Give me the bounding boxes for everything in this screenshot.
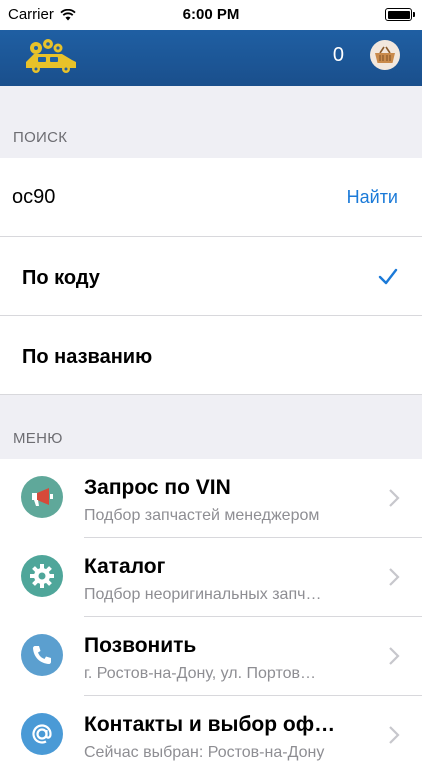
- menu-item-subtitle: Подбор неоригинальных запч…: [84, 586, 322, 603]
- menu-item-subtitle: г. Ростов-на-Дону, ул. Портов…: [84, 665, 316, 682]
- menu-section-title: МЕНЮ: [13, 430, 63, 447]
- battery-level: [387, 10, 410, 19]
- option-label: По коду: [22, 267, 100, 289]
- menu-item-title: Позвонить: [84, 634, 197, 657]
- battery-icon: [385, 8, 415, 21]
- menu-item-title: Каталог: [84, 555, 166, 578]
- megaphone-icon: [21, 476, 63, 518]
- chevron-right-icon: [389, 489, 400, 507]
- menu-item-subtitle: Сейчас выбран: Ростов-на-Дону: [84, 744, 325, 761]
- chevron-right-icon: [389, 568, 400, 586]
- search-mode-by-name[interactable]: По названию: [0, 316, 422, 395]
- checkmark-icon: [378, 268, 398, 285]
- cart-count: 0: [332, 44, 344, 66]
- phone-icon: [21, 634, 63, 676]
- menu-section-header: МЕНЮ: [0, 395, 422, 459]
- chevron-right-icon: [389, 647, 400, 665]
- gears-car-logo[interactable]: [22, 36, 80, 76]
- cart-button[interactable]: [370, 40, 400, 70]
- megaphone-glyph: [32, 488, 53, 506]
- search-section-title: ПОИСК: [13, 129, 68, 146]
- search-button[interactable]: Найти: [347, 187, 398, 208]
- menu-item-contacts[interactable]: Контакты и выбор оф… Сейчас выбран: Рост…: [0, 696, 422, 775]
- chevron-right-icon: [389, 726, 400, 744]
- search-mode-by-code[interactable]: По коду: [0, 237, 422, 316]
- status-time: 6:00 PM: [182, 6, 240, 23]
- search-row: oc90 Найти: [0, 158, 422, 237]
- menu-item-title: Запрос по VIN: [84, 476, 231, 499]
- search-section-header: ПОИСК: [0, 86, 422, 158]
- navigation-bar: 0: [0, 30, 422, 86]
- menu-item-catalog[interactable]: Каталог Подбор неоригинальных запч…: [0, 538, 422, 617]
- basket-icon: [375, 46, 395, 63]
- option-label: По названию: [22, 346, 153, 368]
- at-sign-icon: [21, 713, 63, 755]
- menu-item-vin-request[interactable]: Запрос по VIN Подбор запчастей менеджеро…: [0, 459, 422, 538]
- status-bar: Carrier 6:00 PM: [0, 0, 422, 30]
- at-sign-glyph: [32, 724, 52, 744]
- search-input[interactable]: oc90: [12, 186, 55, 209]
- phone-glyph: [33, 646, 51, 664]
- menu-item-subtitle: Подбор запчастей менеджером: [84, 507, 320, 524]
- menu-item-title: Контакты и выбор оф…: [84, 713, 336, 736]
- menu-item-call[interactable]: Позвонить г. Ростов-на-Дону, ул. Портов…: [0, 617, 422, 696]
- gear-glyph: [30, 564, 54, 588]
- gear-icon: [21, 555, 63, 597]
